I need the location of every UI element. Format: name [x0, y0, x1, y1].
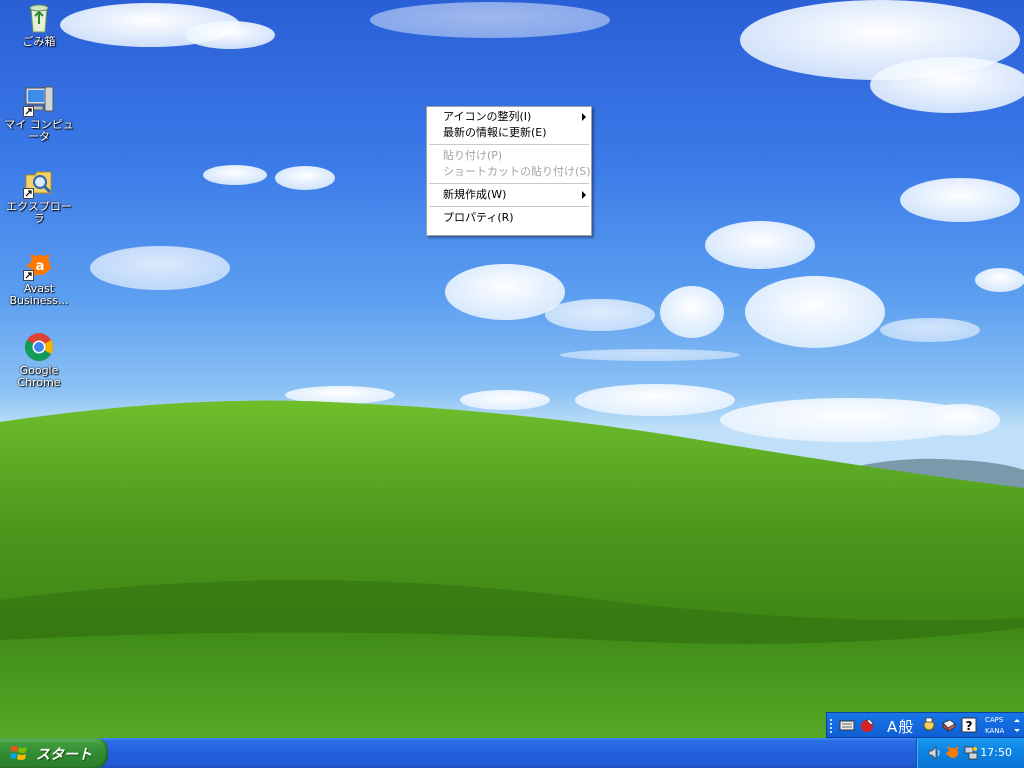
- language-bar: A般 ? CAPS KANA: [826, 712, 1024, 738]
- start-label: スタート: [36, 747, 92, 763]
- desktop-icon-label: エクスプローラ: [6, 200, 72, 225]
- menu-item-label: 貼り付け(P): [443, 149, 503, 162]
- menu-item-label: 最新の情報に更新(E): [443, 126, 547, 139]
- language-bar-options-icon[interactable]: [1014, 729, 1020, 732]
- keyboard-icon[interactable]: [839, 717, 855, 733]
- menu-item-label: プロパティ(R): [443, 211, 514, 224]
- recycle-bin-icon: [23, 2, 55, 34]
- desktop-icon-avast[interactable]: a Avast Business...: [1, 249, 77, 307]
- desktop[interactable]: ごみ箱 マイ コンピュータ エクスプローラ a Avast Business..…: [0, 0, 1024, 738]
- menu-item-properties[interactable]: プロパティ(R): [427, 210, 591, 226]
- menu-item-refresh[interactable]: 最新の情報に更新(E): [427, 125, 591, 141]
- start-button[interactable]: スタート: [0, 738, 108, 768]
- menu-item-arrange-icons[interactable]: アイコンの整列(I): [427, 109, 591, 125]
- desktop-icon-explorer[interactable]: エクスプローラ: [1, 167, 77, 225]
- desktop-icon-label: マイ コンピュータ: [4, 118, 74, 143]
- submenu-arrow-icon: [582, 191, 586, 199]
- desktop-icon-chrome[interactable]: Google Chrome: [1, 331, 77, 389]
- windows-logo-icon: [10, 746, 27, 760]
- explorer-icon: [23, 167, 55, 199]
- svg-text:?: ?: [966, 719, 973, 733]
- avast-icon: a: [23, 249, 55, 281]
- network-icon[interactable]: [963, 745, 979, 761]
- desktop-icon-label: Avast Business...: [9, 282, 69, 307]
- kana-indicator: KANA: [985, 727, 1005, 735]
- desktop-icon-recycle-bin[interactable]: ごみ箱: [1, 2, 77, 48]
- ime-pad-icon[interactable]: [859, 717, 875, 733]
- ime-tool-icon[interactable]: [921, 717, 937, 733]
- language-bar-minimize-icon[interactable]: [1014, 719, 1020, 722]
- desktop-icon-label: Google Chrome: [17, 364, 61, 389]
- desktop-icon-my-computer[interactable]: マイ コンピュータ: [1, 85, 77, 143]
- menu-item-new[interactable]: 新規作成(W): [427, 187, 591, 203]
- menu-separator: [429, 183, 589, 184]
- menu-item-label: ショートカットの貼り付け(S): [443, 165, 591, 178]
- system-tray: 17:50: [916, 738, 1024, 768]
- svg-text:a: a: [36, 259, 45, 274]
- submenu-arrow-icon: [582, 113, 586, 121]
- menu-item-paste[interactable]: 貼り付け(P): [427, 148, 591, 164]
- dictionary-icon[interactable]: [941, 717, 957, 733]
- taskbar: スタート 17:50: [0, 738, 1024, 768]
- help-icon[interactable]: ?: [961, 717, 977, 733]
- ime-mode-indicator[interactable]: A般: [887, 716, 914, 737]
- menu-item-paste-shortcut[interactable]: ショートカットの貼り付け(S): [427, 164, 591, 180]
- caps-indicator: CAPS: [985, 716, 1004, 724]
- my-computer-icon: [23, 85, 55, 117]
- clock[interactable]: 17:50: [980, 746, 1012, 759]
- shortcut-arrow-icon: [23, 188, 34, 199]
- speaker-icon[interactable]: [927, 745, 943, 761]
- avast-tray-icon[interactable]: [945, 745, 961, 761]
- shortcut-arrow-icon: [23, 106, 34, 117]
- desktop-icon-label: ごみ箱: [22, 35, 56, 48]
- shortcut-arrow-icon: [23, 270, 34, 281]
- menu-item-label: 新規作成(W): [443, 188, 507, 201]
- menu-separator: [429, 144, 589, 145]
- desktop-context-menu: アイコンの整列(I) 最新の情報に更新(E) 貼り付け(P) ショートカットの貼…: [426, 106, 592, 236]
- language-bar-grip[interactable]: [830, 719, 832, 733]
- menu-separator: [429, 206, 589, 207]
- menu-item-label: アイコンの整列(I): [443, 110, 532, 123]
- chrome-icon: [23, 331, 55, 363]
